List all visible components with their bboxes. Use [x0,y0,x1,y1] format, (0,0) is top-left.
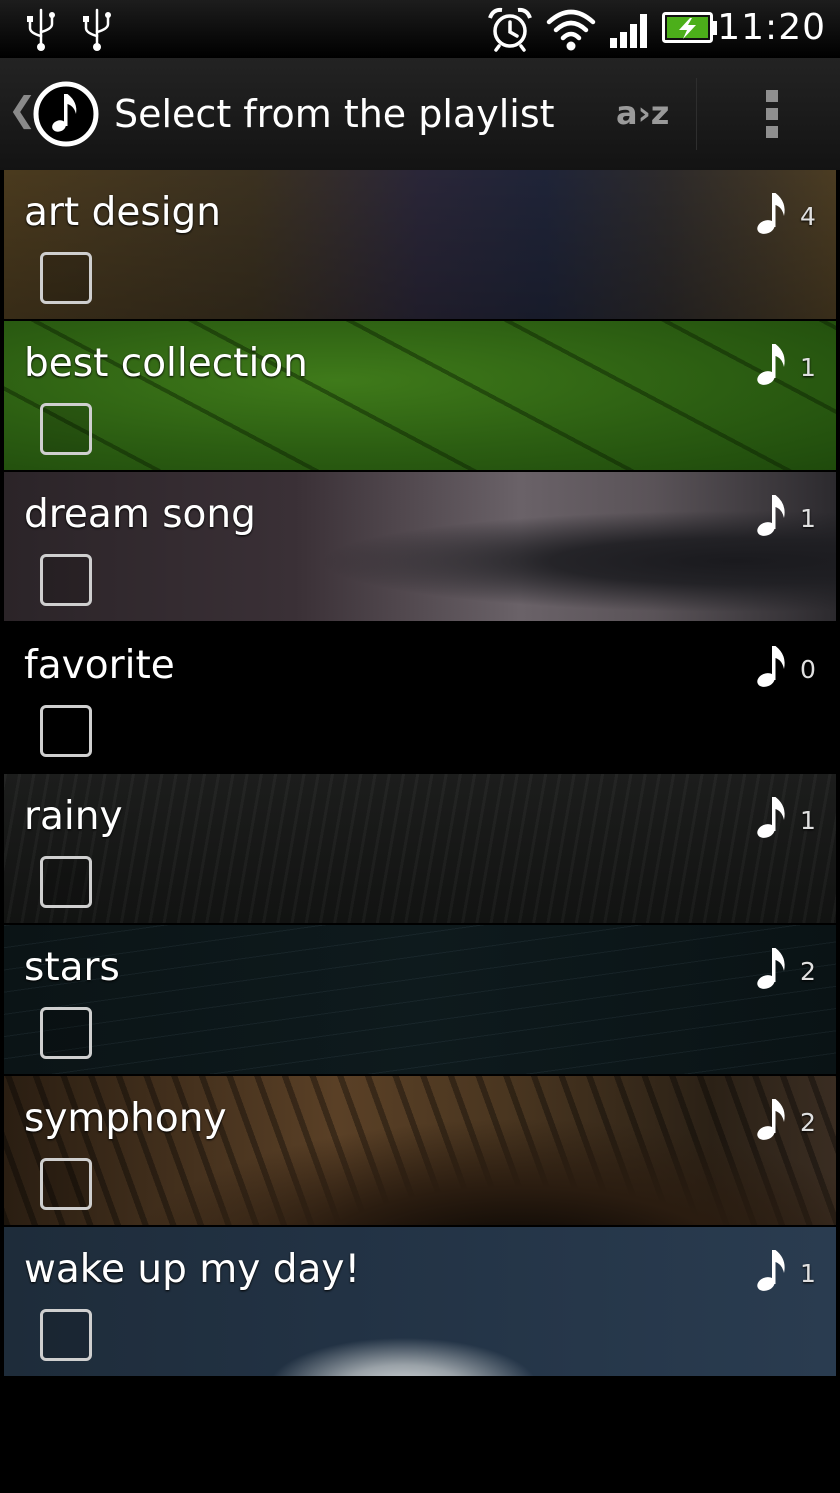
playlist-row-stars[interactable]: stars 2 [4,925,836,1074]
status-bar: 11:20 [0,0,840,58]
playlist-song-count: 1 [800,504,816,533]
playlist-row-dream-song[interactable]: dream song 1 [4,472,836,621]
battery-charging-icon [662,12,717,43]
playlist-name: dream song [24,492,256,537]
playlist-name: wake up my day! [24,1247,361,1292]
playlist-checkbox[interactable] [40,1158,92,1210]
wifi-icon [546,9,596,51]
row-background-image [4,925,836,1074]
playlist-list: art design 4 best collection 1 dream son… [4,170,836,1378]
playlist-name: favorite [24,643,175,688]
playlist-row-best-collection[interactable]: best collection 1 [4,321,836,470]
playlist-song-count: 2 [800,957,816,986]
playlist-checkbox[interactable] [40,554,92,606]
music-app-icon[interactable] [32,80,100,148]
playlist-name: best collection [24,341,308,386]
overflow-menu-icon[interactable] [766,90,778,144]
playlist-row-wake-up-my-day[interactable]: wake up my day! 1 [4,1227,836,1376]
playlist-checkbox[interactable] [40,705,92,757]
music-note-icon [757,948,785,989]
music-note-icon [757,1250,785,1291]
playlist-checkbox[interactable] [40,403,92,455]
music-note-icon [757,797,785,838]
alarm-clock-icon [488,7,532,52]
playlist-song-count: 1 [800,1259,816,1288]
playlist-name: stars [24,945,120,990]
action-bar-divider [696,78,697,150]
playlist-name: symphony [24,1096,227,1141]
sort-az-button[interactable]: a›z [616,94,669,132]
playlist-row-favorite[interactable]: favorite 0 [4,623,836,772]
music-note-icon [757,1099,785,1140]
playlist-checkbox[interactable] [40,1309,92,1361]
playlist-row-symphony[interactable]: symphony 2 [4,1076,836,1225]
playlist-song-count: 1 [800,806,816,835]
status-clock: 11:20 [717,7,826,48]
music-note-icon [757,495,785,536]
playlist-checkbox[interactable] [40,856,92,908]
music-note-icon [757,193,785,234]
signal-icon [610,14,647,48]
action-bar: ❮ Select from the playlist a›z [0,58,840,170]
playlist-song-count: 4 [800,202,816,231]
page-title: Select from the playlist [114,92,555,136]
playlist-checkbox[interactable] [40,1007,92,1059]
playlist-song-count: 2 [800,1108,816,1137]
playlist-song-count: 0 [800,655,816,684]
row-background-image [4,774,836,923]
music-note-icon [757,646,785,687]
playlist-song-count: 1 [800,353,816,382]
playlist-name: art design [24,190,221,235]
usb-icon [27,8,55,51]
usb-icon [83,8,111,51]
playlist-row-rainy[interactable]: rainy 1 [4,774,836,923]
playlist-checkbox[interactable] [40,252,92,304]
playlist-name: rainy [24,794,123,839]
playlist-row-art-design[interactable]: art design 4 [4,170,836,319]
music-note-icon [757,344,785,385]
